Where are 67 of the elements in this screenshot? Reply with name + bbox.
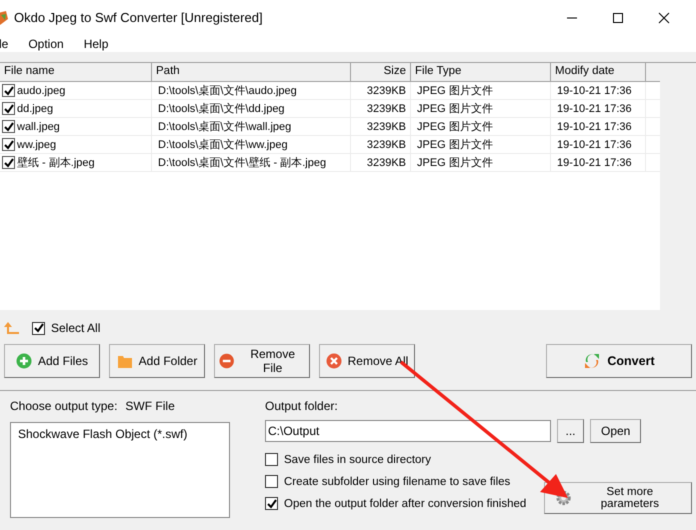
table-cell: 3239KB (366, 120, 406, 132)
open-button[interactable]: Open (590, 419, 642, 443)
table-cell-text: D:\tools\桌面\文件\壁纸 - 副本.jpeg (158, 156, 326, 170)
row-checkbox[interactable] (2, 102, 15, 115)
table-cell-text: D:\tools\桌面\文件\dd.jpeg (158, 102, 285, 116)
table-cell: wall.jpeg (17, 120, 60, 132)
table-cell: 3239KB (366, 138, 406, 150)
row-checkbox[interactable] (2, 138, 15, 151)
select-all-label: Select All (51, 321, 100, 335)
table-cell: 19-10-21 17:36 (557, 138, 632, 150)
option-label: Open the output folder after conversion finished (284, 498, 526, 510)
column-header[interactable]: File Type (411, 63, 551, 81)
table-cell-text: 壁纸 - 副本.jpeg (17, 156, 95, 170)
table-cell: 3239KB (366, 156, 406, 168)
table-cell-text: JPEG 图片文件 (417, 102, 493, 116)
table-cell: 19-10-21 17:36 (557, 156, 632, 168)
table-cell-text: D:\tools\桌面\文件\audo.jpeg (158, 84, 297, 98)
table-cell-text: JPEG 图片文件 (417, 84, 493, 98)
menu-item[interactable]: le (0, 36, 8, 50)
table-cell-text: D:\tools\桌面\文件\wall.jpeg (158, 120, 292, 134)
option-label: Save files in source directory (284, 454, 432, 466)
column-header[interactable]: Modify date (551, 63, 646, 81)
table-cell-text: JPEG 图片文件 (417, 138, 493, 152)
table-cell: 3239KB (366, 84, 406, 96)
output-folder-field[interactable]: C:\Output (265, 420, 551, 442)
window-title: Okdo Jpeg to Swf Converter [Unregistered] (14, 10, 263, 25)
option-checkbox[interactable] (265, 475, 278, 488)
plus-icon (16, 353, 32, 369)
table-cell: 3239KB (366, 102, 406, 114)
table-cell: 19-10-21 17:36 (557, 120, 632, 132)
toolbar-button[interactable]: Remove File (214, 344, 310, 378)
table-cell: dd.jpeg (17, 102, 54, 114)
convert-button[interactable]: Convert (546, 344, 692, 378)
close-icon[interactable] (658, 12, 670, 24)
table-cell: audo.jpeg (17, 84, 66, 96)
minus-icon (219, 353, 234, 369)
output-type-item[interactable]: Shockwave Flash Object (*.swf) (11, 423, 229, 445)
select-all-checkbox[interactable] (32, 322, 45, 334)
row-checkbox[interactable] (2, 156, 15, 169)
row-checkbox[interactable] (2, 84, 15, 97)
option-label: Create subfolder using filename to save files (284, 476, 510, 488)
maximize-icon[interactable] (612, 12, 624, 24)
table-cell-text: JPEG 图片文件 (417, 156, 493, 170)
table-cell-text: D:\tools\桌面\文件\ww.jpeg (158, 138, 288, 152)
table-cell: 19-10-21 17:36 (557, 102, 632, 114)
row-checkbox[interactable] (2, 120, 15, 133)
toolbar-button[interactable]: Add Files (4, 344, 100, 378)
option-checkbox[interactable] (265, 453, 278, 466)
toolbar-button[interactable]: Add Folder (109, 344, 205, 378)
output-type-value: SWF File (125, 399, 175, 413)
folder-icon (116, 353, 133, 369)
table-cell: 19-10-21 17:36 (557, 84, 632, 96)
menu-item[interactable]: Help (84, 36, 108, 50)
output-type-label: Choose output type: (10, 399, 118, 413)
convert-icon (583, 352, 602, 370)
table-cell: ww.jpeg (17, 138, 56, 150)
app-icon (0, 10, 8, 24)
option-checkbox[interactable] (265, 497, 278, 510)
table-cell-text: JPEG 图片文件 (417, 120, 493, 134)
clear-icon (326, 353, 342, 369)
output-folder-label: Output folder: (265, 399, 339, 413)
column-header[interactable]: Size (351, 63, 411, 81)
more-parameters-button[interactable]: Set more parameters (544, 482, 692, 514)
column-header[interactable]: File name (0, 63, 152, 81)
browse-button[interactable]: ... (557, 419, 584, 443)
menu-item[interactable]: Option (28, 36, 64, 50)
column-header[interactable]: Path (152, 63, 351, 81)
